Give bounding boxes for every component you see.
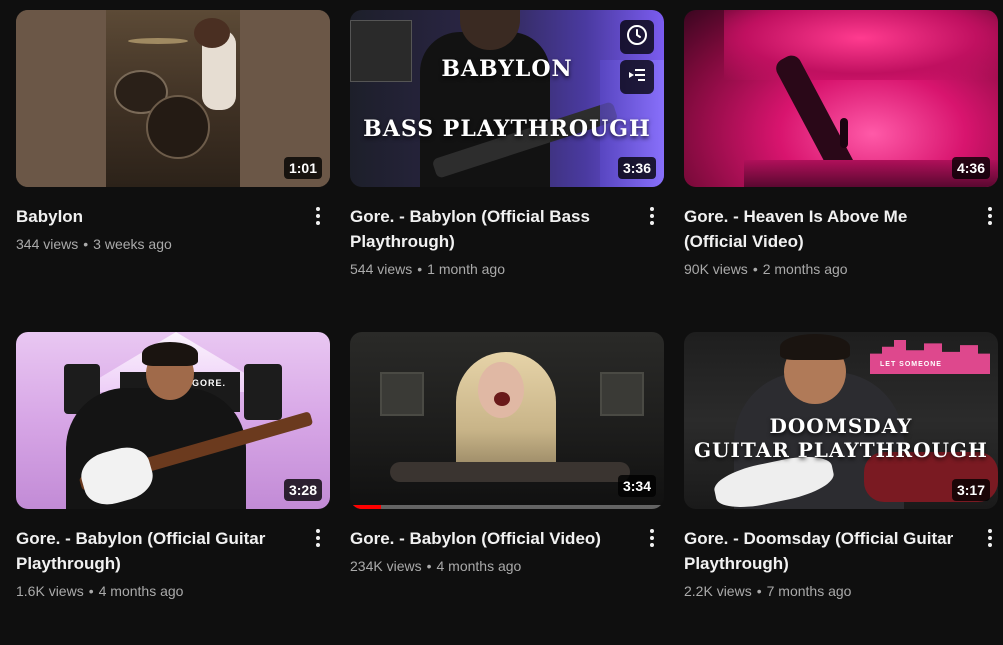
video-card[interactable]: 4:36 Gore. - Heaven Is Above Me (Officia…	[684, 10, 998, 279]
video-card[interactable]: LET SOMEONE DOOMSDAY GUITAR PLAYTHROUGH …	[684, 332, 998, 601]
separator-dot: •	[83, 236, 89, 252]
watch-progress-bar	[350, 505, 664, 509]
video-thumbnail[interactable]: 3:34	[350, 332, 664, 509]
video-card[interactable]: 1:01 Babylon 344 views • 3 weeks ago	[16, 10, 330, 254]
view-count: 234K views	[350, 558, 422, 574]
add-to-queue-icon	[625, 63, 649, 92]
video-duration: 4:36	[951, 157, 990, 179]
separator-dot: •	[417, 261, 423, 277]
video-card[interactable]: 3:34 Gore. - Babylon (Official Video) 23…	[350, 332, 664, 576]
upload-age: 1 month ago	[427, 261, 506, 277]
video-thumbnail[interactable]: 1:01	[16, 10, 330, 187]
more-actions-icon[interactable]	[640, 204, 664, 228]
video-duration: 1:01	[283, 157, 322, 179]
thumbnail-overlay-title: DOOMSDAY	[769, 414, 913, 438]
view-count: 344 views	[16, 236, 79, 252]
video-stats: 544 views • 1 month ago	[350, 259, 628, 279]
more-actions-icon[interactable]	[978, 526, 1002, 550]
separator-dot: •	[756, 583, 762, 599]
more-actions-icon[interactable]	[978, 204, 1002, 228]
video-stats: 234K views • 4 months ago	[350, 556, 628, 576]
separator-dot: •	[88, 583, 94, 599]
view-count: 1.6K views	[16, 583, 84, 599]
separator-dot: •	[752, 261, 758, 277]
view-count: 544 views	[350, 261, 413, 277]
more-actions-icon[interactable]	[640, 526, 664, 550]
upload-age: 4 months ago	[98, 583, 184, 599]
video-thumbnail[interactable]: 4:36	[684, 10, 998, 187]
more-actions-icon[interactable]	[306, 204, 330, 228]
watch-later-button[interactable]	[620, 20, 654, 54]
thumbnail-overlay-subtitle: GUITAR PLAYTHROUGH	[694, 438, 988, 462]
watch-progress-fill	[350, 505, 382, 509]
video-stats: 1.6K views • 4 months ago	[16, 581, 294, 601]
video-duration: 3:17	[951, 479, 990, 501]
video-title[interactable]: Gore. - Heaven Is Above Me (Official Vid…	[684, 204, 964, 254]
video-stats: 344 views • 3 weeks ago	[16, 234, 294, 254]
view-count: 2.2K views	[684, 583, 752, 599]
add-to-queue-button[interactable]	[620, 60, 654, 94]
thumbnail-overlay-title: BABYLON	[441, 56, 573, 82]
video-thumbnail[interactable]: LET SOMEONE DOOMSDAY GUITAR PLAYTHROUGH …	[684, 332, 998, 509]
view-count: 90K views	[684, 261, 748, 277]
thumbnail-overlay-subtitle: BASS PLAYTHROUGH	[363, 116, 651, 142]
upload-age: 4 months ago	[436, 558, 522, 574]
video-card[interactable]: GORE. 3:28 Gore. - Babylon (Official Gui…	[16, 332, 330, 601]
video-title[interactable]: Babylon	[16, 204, 296, 229]
video-title[interactable]: Gore. - Babylon (Official Guitar Playthr…	[16, 526, 296, 576]
video-duration: 3:36	[617, 157, 656, 179]
video-stats: 2.2K views • 7 months ago	[684, 581, 962, 601]
clock-icon	[625, 23, 649, 52]
video-thumbnail[interactable]: GORE. 3:28	[16, 332, 330, 509]
video-duration: 3:28	[283, 479, 322, 501]
upload-age: 7 months ago	[766, 583, 852, 599]
video-card[interactable]: BABYLON BASS PLAYTHROUGH 3:36 Gore. - Ba…	[350, 10, 664, 279]
video-duration: 3:34	[617, 475, 656, 497]
desk-sign: GORE.	[192, 378, 227, 388]
more-actions-icon[interactable]	[306, 526, 330, 550]
video-title[interactable]: Gore. - Babylon (Official Video)	[350, 526, 630, 551]
neon-sign: LET SOMEONE	[880, 361, 942, 368]
video-thumbnail[interactable]: BABYLON BASS PLAYTHROUGH 3:36	[350, 10, 664, 187]
upload-age: 2 months ago	[762, 261, 848, 277]
video-title[interactable]: Gore. - Doomsday (Official Guitar Playth…	[684, 526, 964, 576]
video-stats: 90K views • 2 months ago	[684, 259, 962, 279]
upload-age: 3 weeks ago	[93, 236, 172, 252]
video-title[interactable]: Gore. - Babylon (Official Bass Playthrou…	[350, 204, 630, 254]
separator-dot: •	[426, 558, 432, 574]
